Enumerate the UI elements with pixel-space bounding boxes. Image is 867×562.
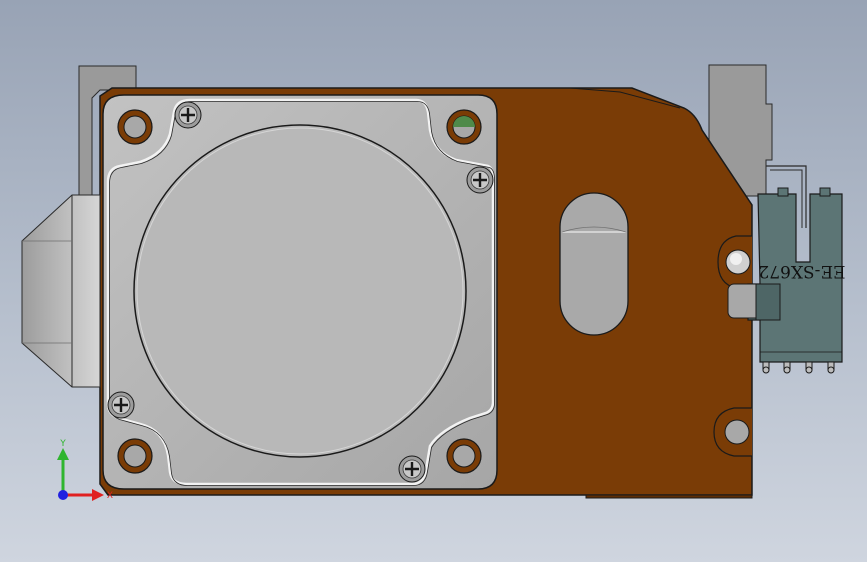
mounting-hole-top-left xyxy=(117,109,153,145)
z-axis-dot xyxy=(58,490,68,500)
screw-right[interactable] xyxy=(466,166,494,194)
mounting-hole-top-right xyxy=(446,109,482,145)
axis-triad: Y X xyxy=(57,439,113,501)
sensor-part-label: EE-SX672 xyxy=(758,261,845,281)
model-view[interactable]: EE-SX672 xyxy=(0,0,867,562)
bracket-lower-hole xyxy=(713,407,752,457)
y-axis-label: Y xyxy=(59,439,66,449)
screw-bottom[interactable] xyxy=(398,455,426,483)
screw-left[interactable] xyxy=(107,391,135,419)
mounting-hole-bottom-right xyxy=(446,438,482,474)
motor-shaft-housing xyxy=(21,194,101,388)
y-arrow-icon xyxy=(57,448,69,460)
screw-top-left[interactable] xyxy=(174,101,202,129)
x-arrow-icon xyxy=(92,489,104,501)
sensor-mount-hole xyxy=(717,235,752,289)
cad-viewport[interactable]: EE-SX672 Y X xyxy=(0,0,867,562)
motor-boss[interactable] xyxy=(133,124,467,458)
mounting-hole-bottom-left xyxy=(117,438,153,474)
adjustment-slot xyxy=(559,192,629,336)
x-axis-label: X xyxy=(107,491,113,501)
